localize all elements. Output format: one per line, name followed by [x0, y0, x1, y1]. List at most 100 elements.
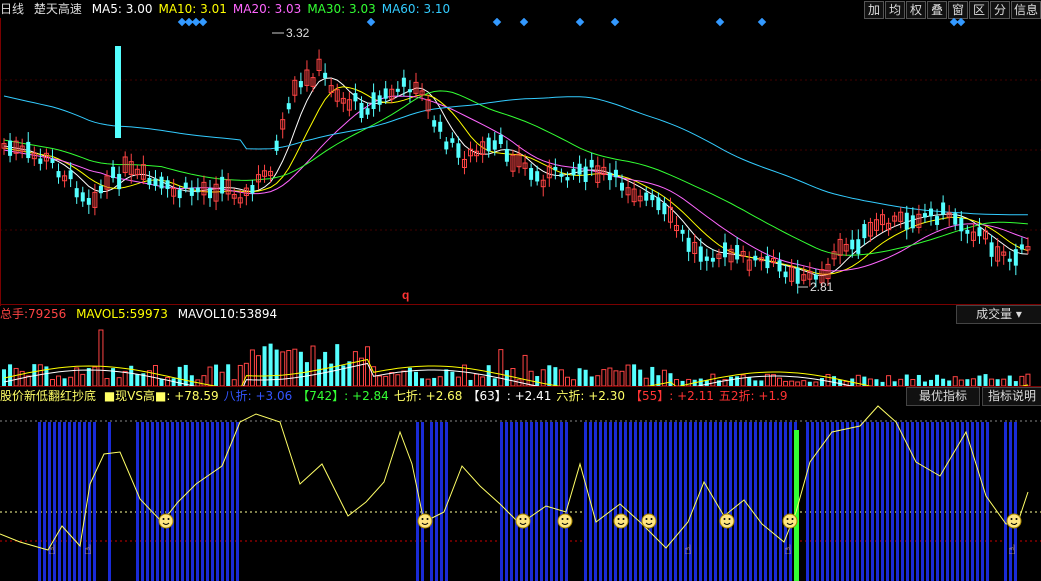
signal-bar	[816, 422, 819, 581]
signal-bar	[896, 422, 899, 581]
candle-body	[795, 267, 800, 284]
signal-bar	[916, 422, 919, 581]
volume-bar	[304, 362, 309, 386]
signal-bar	[836, 422, 839, 581]
volume-bar	[420, 378, 425, 386]
signal-bar	[881, 422, 884, 581]
candle-body	[553, 166, 558, 171]
candle-body	[359, 102, 364, 118]
signal-bar	[811, 422, 814, 581]
volume-bar	[504, 370, 509, 386]
toolbar-button[interactable]: 窗	[948, 1, 968, 19]
signal-bar	[841, 422, 844, 581]
indicator-value: 八折: +3.06	[223, 389, 293, 403]
candle-body	[492, 140, 497, 150]
ma-legend-item: MA60:	[381, 2, 424, 16]
signal-bar	[146, 422, 149, 581]
toolbar-button[interactable]: 加	[864, 1, 884, 19]
stock-name: 楚天高速	[33, 2, 82, 16]
toolbar-button[interactable]: 信息	[1011, 1, 1041, 19]
candle-body	[535, 171, 540, 182]
candle-body	[735, 245, 740, 260]
signal-diamond-icon	[519, 18, 529, 27]
signal-bar	[216, 422, 219, 581]
mavol5-label: MAVOL5:	[76, 307, 130, 321]
signal-bar	[851, 422, 854, 581]
signal-bar	[619, 422, 622, 581]
candle-body	[80, 192, 85, 202]
candle-body	[704, 256, 709, 261]
indicator-name[interactable]: 股价新低翻红抄底	[0, 389, 96, 403]
volume-bar	[558, 369, 564, 386]
signal-bar	[674, 422, 677, 581]
high-price-label: 3.32	[286, 26, 310, 40]
signal-bar	[831, 422, 834, 581]
volume-bar	[595, 375, 601, 386]
mavol10-label: MAVOL10:	[177, 307, 239, 321]
volume-bar	[135, 374, 140, 386]
volume-bar	[535, 376, 540, 386]
candle-body	[959, 218, 964, 232]
candle-body	[723, 242, 727, 258]
candle-body	[850, 239, 855, 250]
volume-bar	[989, 378, 995, 386]
volume-bar	[643, 377, 649, 386]
signal-bar	[530, 422, 533, 581]
candle-body	[159, 176, 164, 189]
volume-bar	[116, 377, 122, 386]
volume-panel[interactable]	[0, 322, 1041, 386]
signal-bar	[856, 422, 859, 581]
toolbar-button[interactable]: 叠	[927, 1, 947, 19]
toolbar-button[interactable]: 分	[990, 1, 1010, 19]
hand-pointer-icon: ☝	[784, 543, 792, 558]
signal-bar	[774, 422, 777, 581]
signal-bar	[151, 422, 154, 581]
hand-pointer-icon: ☝	[684, 543, 692, 558]
signal-bar	[986, 422, 989, 581]
moving-average-line	[3, 77, 1028, 277]
candle-body	[777, 260, 782, 272]
signal-bar	[749, 422, 752, 581]
signal-bar	[555, 422, 558, 581]
period-label[interactable]: 日线	[0, 2, 24, 16]
price-candlestick-panel[interactable]: 3.32 2.81 q	[0, 18, 1041, 306]
candle-body	[98, 185, 103, 194]
toolbar-button[interactable]: 权	[906, 1, 926, 19]
volume-bar	[383, 375, 389, 386]
candle-body	[607, 172, 612, 181]
signal-bar	[68, 422, 71, 581]
volume-bar	[874, 379, 879, 386]
volume-bar	[625, 364, 631, 386]
signal-bar	[866, 422, 869, 581]
toolbar-button[interactable]: 均	[885, 1, 905, 19]
candle-body	[680, 229, 685, 234]
volume-bar	[347, 361, 352, 386]
ma-legend-item: MA20:	[232, 2, 275, 16]
ma-legend-value: 3.01	[200, 2, 227, 16]
indicator-value: 六折: +2.30	[556, 389, 625, 403]
indicator-panel[interactable]: ☝ ☝ ☝ ☝ ☝	[0, 404, 1041, 581]
candle-body	[929, 208, 933, 217]
signal-diamond-icon	[715, 18, 725, 27]
volume-bar	[819, 378, 824, 386]
volume-bar	[425, 378, 431, 386]
signal-bar	[624, 422, 627, 581]
candle-body	[941, 202, 946, 215]
signal-bar	[594, 422, 597, 581]
signal-bar	[946, 422, 949, 581]
candle-body	[1019, 244, 1024, 250]
volume-bar	[249, 349, 255, 386]
signal-bar	[550, 422, 553, 581]
volume-bar	[553, 367, 558, 386]
signal-bar	[729, 422, 732, 581]
volume-bar	[577, 368, 582, 386]
toolbar-button[interactable]: 区	[969, 1, 989, 19]
volume-bar	[777, 377, 783, 386]
volume-bar	[8, 364, 13, 386]
candle-body	[613, 169, 618, 178]
volume-bar	[159, 378, 164, 386]
volume-bar	[214, 364, 219, 386]
volume-bar	[165, 377, 171, 386]
indicator-value: 五2折: +1.9	[718, 389, 788, 403]
volume-bar	[62, 378, 67, 386]
